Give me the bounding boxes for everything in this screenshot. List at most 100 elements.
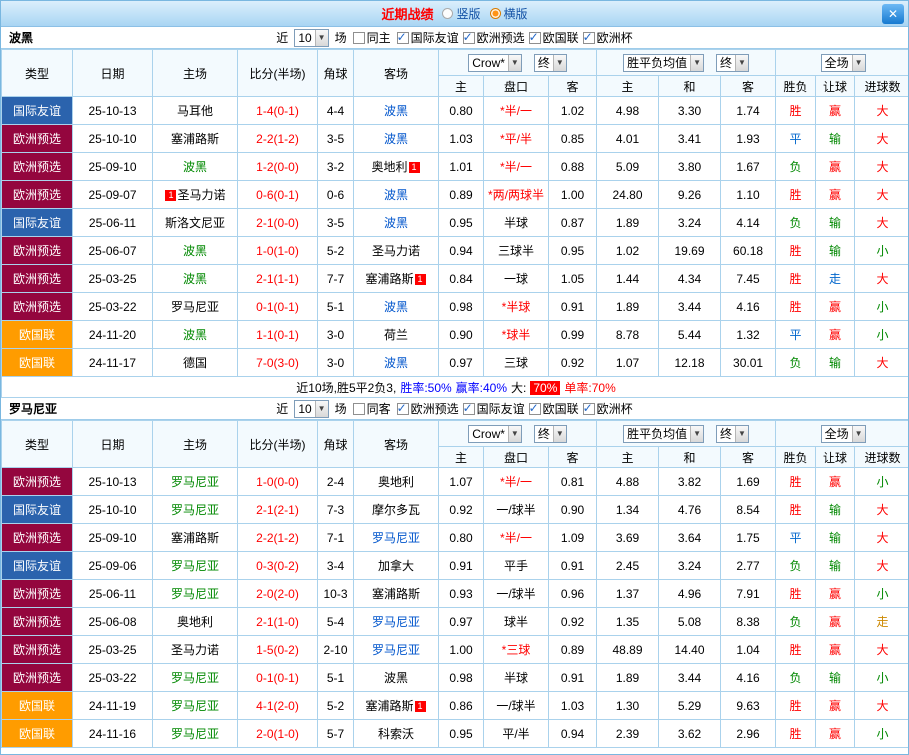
team-label: 塞浦路斯	[365, 699, 413, 713]
section-filters: 近 10 ▼ 场 同主 国际友谊欧洲预选欧国联欧洲杯	[276, 29, 632, 47]
avg-lose: 1.10	[721, 181, 776, 209]
games-count-select[interactable]: 10 ▼	[294, 400, 328, 418]
avg-odds-value: 胜平负均值	[627, 54, 687, 71]
avg-draw: 3.44	[659, 293, 721, 321]
handicap: 三球	[484, 349, 549, 377]
corners: 5-2	[318, 692, 354, 720]
chevron-down-icon: ▼	[508, 426, 521, 442]
odds-filter-cell: Crow* ▼ 终 ▼	[439, 421, 597, 447]
odds-company-select[interactable]: Crow* ▼	[468, 425, 522, 443]
result-handicap: 赢	[816, 321, 855, 349]
team-label: 罗马尼亚	[171, 727, 219, 741]
section-header-team1: 波黑 近 10 ▼ 场 同主 国际友谊欧洲预选欧国联欧洲杯	[1, 27, 908, 49]
away-team: 波黑	[354, 97, 439, 125]
match-date: 25-03-22	[73, 293, 153, 321]
odds-time-select[interactable]: 终 ▼	[534, 54, 567, 72]
corners: 3-4	[318, 552, 354, 580]
away-team: 罗马尼亚	[354, 524, 439, 552]
scope-select[interactable]: 全场 ▼	[821, 425, 866, 443]
league-checkbox[interactable]: 欧国联	[529, 29, 579, 46]
corners: 3-5	[318, 209, 354, 237]
odds-away: 0.95	[549, 237, 597, 265]
result-outcome: 平	[776, 524, 816, 552]
column-header-handicap-result: 让球	[816, 76, 855, 97]
match-date: 25-06-11	[73, 580, 153, 608]
result-handicap: 输	[816, 237, 855, 265]
score: 0-1(0-1)	[238, 664, 318, 692]
league-label: 欧洲预选	[477, 29, 525, 46]
league-checkbox[interactable]: 国际友谊	[397, 29, 459, 46]
type-badge: 欧洲预选	[2, 468, 73, 496]
league-checkbox[interactable]: 欧洲预选	[397, 400, 459, 417]
team-label: 罗马尼亚	[171, 503, 219, 517]
league-checkbox[interactable]: 欧洲杯	[583, 29, 633, 46]
team-label: 罗马尼亚	[372, 643, 420, 657]
layout-radio-vertical[interactable]: 竖版	[442, 5, 480, 22]
home-team: 罗马尼亚	[153, 580, 238, 608]
avg-time-select[interactable]: 终 ▼	[716, 425, 749, 443]
odds-home: 0.80	[439, 524, 484, 552]
score: 1-2(0-0)	[238, 153, 318, 181]
away-team: 摩尔多瓦	[354, 496, 439, 524]
odds-company-select[interactable]: Crow* ▼	[468, 54, 522, 72]
avg-lose: 1.75	[721, 524, 776, 552]
score: 1-4(0-1)	[238, 97, 318, 125]
scope-select[interactable]: 全场 ▼	[821, 54, 866, 72]
avg-lose: 1.69	[721, 468, 776, 496]
games-count-select[interactable]: 10 ▼	[294, 29, 328, 47]
home-team: 德国	[153, 349, 238, 377]
team-name: 罗马尼亚	[9, 400, 57, 417]
team-label: 波黑	[384, 188, 408, 202]
match-date: 25-03-25	[73, 636, 153, 664]
corners: 5-1	[318, 293, 354, 321]
result-goals: 小	[855, 664, 909, 692]
avg-time-select[interactable]: 终 ▼	[716, 54, 749, 72]
same-venue-checkbox[interactable]: 同主	[353, 29, 391, 46]
avg-odds-select[interactable]: 胜平负均值 ▼	[623, 54, 704, 72]
league-checkbox[interactable]: 国际友谊	[463, 400, 525, 417]
away-team: 奥地利	[354, 468, 439, 496]
league-checkbox[interactable]: 欧国联	[529, 400, 579, 417]
league-checkbox[interactable]: 欧洲预选	[463, 29, 525, 46]
column-header-handicap: 盘口	[484, 76, 549, 97]
result-outcome: 负	[776, 552, 816, 580]
away-team: 圣马力诺	[354, 237, 439, 265]
match-row: 欧洲预选25-06-08奥地利2-1(1-0)5-4罗马尼亚0.97球半0.92…	[2, 608, 909, 636]
result-outcome: 负	[776, 349, 816, 377]
layout-radio-horizontal[interactable]: 横版	[490, 5, 528, 22]
window-titlebar: 近期战绩 竖版 横版 ✕	[1, 1, 908, 27]
avg-odds-select[interactable]: 胜平负均值 ▼	[623, 425, 704, 443]
avg-win: 4.88	[597, 468, 659, 496]
score: 7-0(3-0)	[238, 349, 318, 377]
home-team: 罗马尼亚	[153, 664, 238, 692]
column-header-odds-home: 主	[439, 447, 484, 468]
close-button[interactable]: ✕	[882, 4, 904, 24]
handicap: 平手	[484, 552, 549, 580]
same-venue-checkbox[interactable]: 同客	[353, 400, 391, 417]
match-row: 欧洲预选25-06-07波黑1-0(1-0)5-2圣马力诺0.94三球半0.95…	[2, 237, 909, 265]
match-date: 25-09-06	[73, 552, 153, 580]
result-handicap: 输	[816, 524, 855, 552]
handicap: *三球	[484, 636, 549, 664]
match-row: 欧洲预选25-10-10塞浦路斯2-2(1-2)3-5波黑1.03*平/半0.8…	[2, 125, 909, 153]
match-date: 24-11-17	[73, 349, 153, 377]
result-goals: 小	[855, 580, 909, 608]
avg-lose: 8.38	[721, 608, 776, 636]
result-goals: 大	[855, 692, 909, 720]
radio-horizontal-label: 横版	[504, 5, 528, 22]
type-badge: 欧洲预选	[2, 125, 73, 153]
league-checkbox[interactable]: 欧洲杯	[583, 400, 633, 417]
chevron-down-icon: ▼	[735, 55, 748, 71]
match-date: 25-09-10	[73, 524, 153, 552]
scope-filter-cell: 全场 ▼	[776, 50, 909, 76]
red-card-badge: 1	[415, 274, 426, 285]
type-badge: 国际友谊	[2, 552, 73, 580]
team-label: 圣马力诺	[372, 244, 420, 258]
team-label: 波黑	[384, 132, 408, 146]
odds-away: 0.81	[549, 468, 597, 496]
avg-draw: 5.29	[659, 692, 721, 720]
result-outcome: 平	[776, 321, 816, 349]
team-label: 罗马尼亚	[171, 559, 219, 573]
odds-time-select[interactable]: 终 ▼	[534, 425, 567, 443]
league-filters: 欧洲预选国际友谊欧国联欧洲杯	[397, 400, 633, 417]
